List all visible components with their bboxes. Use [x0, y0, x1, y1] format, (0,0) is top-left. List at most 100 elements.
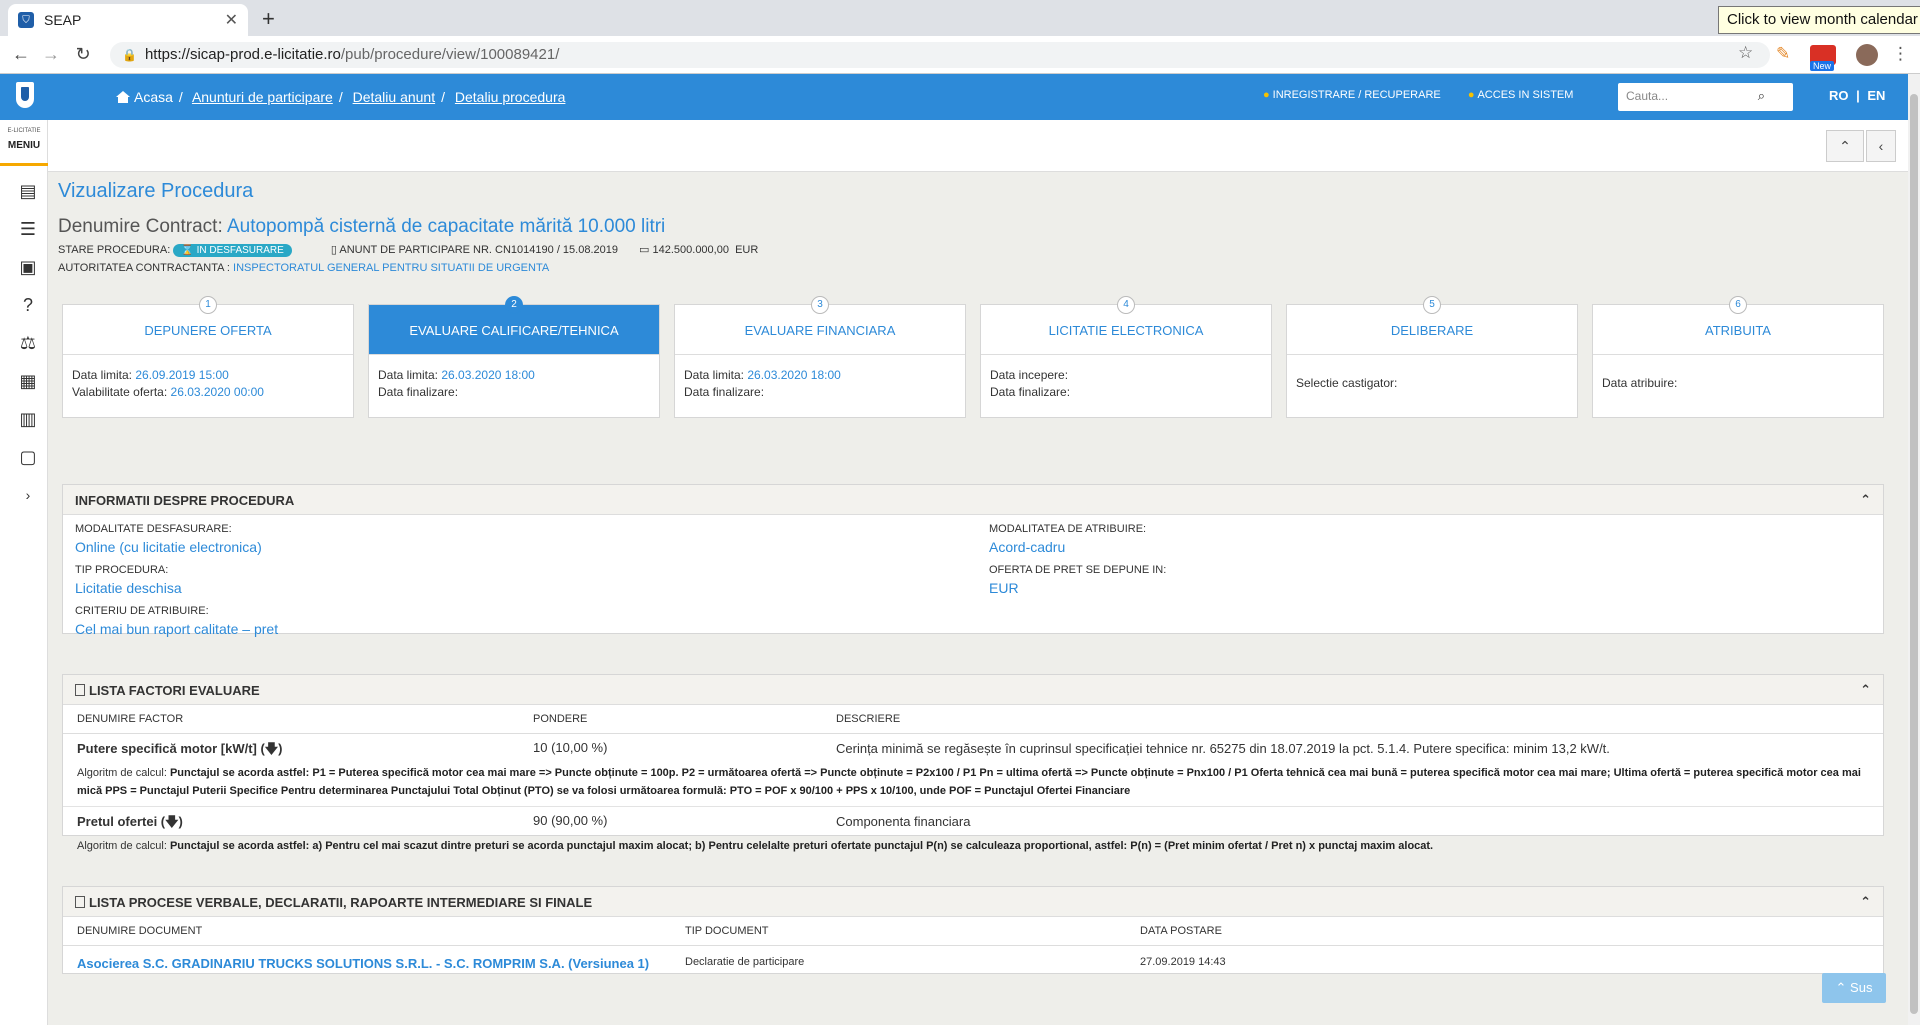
contract-value: Autopompă cisternă de capacitate mărită … — [226, 216, 666, 237]
document-type: Declaratie de participare — [685, 956, 805, 968]
seap-favicon-icon: ⛉ — [18, 12, 34, 28]
reports-icon[interactable]: ▥ — [17, 408, 39, 430]
info-mod-atribuire: MODALITATEA DE ATRIBUIRE: Acord-cadru — [989, 523, 1147, 555]
col-header: TIP DOCUMENT — [671, 917, 1126, 946]
breadcrumb-detaliu-procedura[interactable]: Detaliu procedura — [455, 89, 566, 105]
table-row: Asocierea S.C. GRADINARIU TRUCKS SOLUTIO… — [63, 946, 1883, 981]
lock-icon: ● — [1467, 89, 1475, 101]
search-icon[interactable]: ⌕ — [1758, 88, 1765, 104]
chat-icon[interactable]: ▢ — [17, 446, 39, 468]
panel-header[interactable]: LISTA FACTORI EVALUARE ⌃ — [63, 675, 1883, 705]
step-depunere-oferta[interactable]: 1 DEPUNERE OFERTA Data limita: 26.09.201… — [62, 296, 354, 418]
procedure-meta: STARE PROCEDURA: ⌛ IN DESFASURARE ▯ ANUN… — [58, 243, 758, 257]
tab-title: SEAP — [44, 12, 82, 28]
bookmark-star-icon[interactable]: ☆ — [1738, 43, 1753, 63]
collapse-chevron-icon[interactable]: ⌃ — [1860, 492, 1871, 508]
step-number: 2 — [505, 296, 523, 314]
auction-icon[interactable]: ⚖ — [17, 332, 39, 354]
extension-new-icon[interactable]: New — [1810, 45, 1836, 71]
browser-tab[interactable]: ⛉ SEAP ✕ — [8, 4, 248, 36]
scroll-top-button[interactable]: ⌃ Sus — [1822, 973, 1886, 1003]
col-header: DENUMIRE FACTOR — [63, 705, 519, 734]
factor-desc: Componenta financiara — [836, 814, 971, 829]
factor-name[interactable]: Putere specifică motor [kW/t] (🡇) — [77, 740, 533, 762]
factor-row: Putere specifică motor [kW/t] (🡇) 10 (10… — [63, 734, 1883, 807]
lang-en[interactable]: EN — [1867, 88, 1885, 103]
step-atribuita[interactable]: 6 ATRIBUITA Data atribuire: — [1592, 296, 1884, 418]
info-mod-desfasurare: MODALITATE DESFASURARE: Online (cu licit… — [75, 523, 262, 555]
expand-sidebar-icon[interactable]: › — [17, 484, 39, 506]
page-scrollbar[interactable] — [1908, 74, 1920, 1025]
menu-toggle[interactable]: E-LICITATIE MENIU — [0, 126, 48, 166]
procedure-steps: 1 DEPUNERE OFERTA Data limita: 26.09.201… — [62, 296, 1884, 418]
catalog-icon[interactable]: ▣ — [17, 256, 39, 278]
col-header: DENUMIRE DOCUMENT — [63, 917, 671, 946]
factor-name[interactable]: Pretul ofertei (🡇) — [77, 813, 533, 835]
document-icon — [75, 896, 85, 908]
extension-icon[interactable]: ✎ — [1776, 44, 1790, 64]
documents-table-header: DENUMIRE DOCUMENT TIP DOCUMENT DATA POST… — [63, 917, 1883, 946]
close-tab-icon[interactable]: ✕ — [225, 10, 238, 30]
authority-label: AUTORITATEA CONTRACTANTA : — [58, 262, 230, 274]
col-header: PONDERE — [519, 705, 822, 734]
search-input[interactable]: Cauta... ⌕ — [1618, 83, 1793, 111]
breadcrumb-home[interactable]: Acasa — [134, 89, 173, 105]
url-path: /pub/procedure/view/100089421/ — [340, 46, 560, 63]
info-oferta-moneda: OFERTA DE PRET SE DEPUNE IN: EUR — [989, 564, 1167, 596]
collapse-chevron-icon[interactable]: ⌃ — [1860, 894, 1871, 910]
factor-row: Pretul ofertei (🡇) 90 (90,00 %) Componen… — [63, 807, 1883, 861]
forward-icon[interactable]: → — [40, 44, 62, 65]
step-number: 1 — [199, 296, 217, 314]
col-header: DESCRIERE — [822, 705, 1883, 734]
panel-header[interactable]: LISTA PROCESE VERBALE, DECLARATII, RAPOA… — [63, 887, 1883, 917]
breadcrumb-anunturi[interactable]: Anunturi de participare — [192, 89, 333, 105]
back-icon[interactable]: ← — [10, 44, 32, 65]
col-header: DATA POSTARE — [1126, 917, 1883, 946]
register-link[interactable]: ● INREGISTRARE / RECUPERARE — [1263, 89, 1453, 101]
lang-ro[interactable]: RO — [1829, 88, 1849, 103]
shield-logo-icon — [16, 82, 34, 108]
step-number: 6 — [1729, 296, 1747, 314]
notice-number[interactable]: ▯ ANUNT DE PARTICIPARE NR. CN1014190 / 1… — [331, 244, 618, 256]
step-evaluare-financiara[interactable]: 3 EVALUARE FINANCIARA Data limita: 26.03… — [674, 296, 966, 418]
logo[interactable] — [0, 74, 48, 120]
factor-weight: 90 (90,00 %) — [533, 813, 608, 828]
back-button[interactable]: ‹ — [1866, 130, 1896, 162]
step-number: 5 — [1423, 296, 1441, 314]
contracting-authority: AUTORITATEA CONTRACTANTA : INSPECTORATUL… — [58, 262, 549, 274]
calendar-tooltip: Click to view month calendar — [1718, 6, 1920, 34]
authority-value[interactable]: INSPECTORATUL GENERAL PENTRU SITUATII DE… — [233, 262, 549, 274]
collapse-up-button[interactable]: ⌃ — [1826, 130, 1864, 162]
scrollbar-thumb[interactable] — [1910, 94, 1918, 1014]
panel-title: INFORMATII DESPRE PROCEDURA — [75, 493, 295, 508]
step-deliberare[interactable]: 5 DELIBERARE Selectie castigator: — [1286, 296, 1578, 418]
login-link[interactable]: ● ACCES IN SISTEM — [1468, 89, 1586, 101]
help-icon[interactable]: ? — [17, 294, 39, 316]
factors-table-header: DENUMIRE FACTOR PONDERE DESCRIERE — [63, 705, 1883, 734]
panel-header[interactable]: INFORMATII DESPRE PROCEDURA ⌃ — [63, 485, 1883, 515]
step-evaluare-tehnica[interactable]: 2 EVALUARE CALIFICARE/TEHNICA Data limit… — [368, 296, 660, 418]
reload-icon[interactable]: ↻ — [72, 44, 94, 65]
procedure-info-panel: INFORMATII DESPRE PROCEDURA ⌃ MODALITATE… — [62, 484, 1884, 637]
status-badge: ⌛ IN DESFASURARE — [173, 244, 292, 257]
notices-icon[interactable]: ☰ — [17, 218, 39, 240]
profile-avatar[interactable] — [1856, 44, 1878, 66]
documents-panel: LISTA PROCESE VERBALE, DECLARATII, RAPOA… — [62, 886, 1884, 974]
address-bar[interactable]: 🔒 https://sicap-prod.e-licitatie.ro/pub/p… — [110, 42, 1770, 68]
breadcrumb-detaliu-anunt[interactable]: Detaliu anunt — [353, 89, 436, 105]
new-tab-icon[interactable]: + — [262, 6, 275, 32]
browser-menu-icon[interactable]: ⋮ — [1892, 44, 1909, 64]
document-link[interactable]: Asocierea S.C. GRADINARIU TRUCKS SOLUTIO… — [77, 956, 685, 971]
step-licitatie-electronica[interactable]: 4 LICITATIE ELECTRONICA Data incepere: D… — [980, 296, 1272, 418]
page-title: Vizualizare Procedura — [58, 180, 254, 202]
document-list-icon[interactable]: ▤ — [17, 180, 39, 202]
factor-desc: Cerința minimă se regăsește în cuprinsul… — [836, 741, 1610, 756]
estimated-value: ▭ 142.500.000,00 EUR — [639, 244, 759, 256]
collapse-chevron-icon[interactable]: ⌃ — [1860, 682, 1871, 698]
evaluation-factors-panel: LISTA FACTORI EVALUARE ⌃ DENUMIRE FACTOR… — [62, 674, 1884, 852]
info-criteriu: CRITERIU DE ATRIBUIRE: Cel mai bun rapor… — [75, 605, 279, 637]
left-sidebar: E-LICITATIE MENIU ▤ ☰ ▣ ? ⚖ ▦ ▥ ▢ › — [0, 74, 48, 1025]
search-placeholder: Cauta... — [1626, 89, 1669, 103]
contacts-icon[interactable]: ▦ — [17, 370, 39, 392]
url-host: https://sicap-prod.e-licitatie.ro — [144, 46, 341, 63]
